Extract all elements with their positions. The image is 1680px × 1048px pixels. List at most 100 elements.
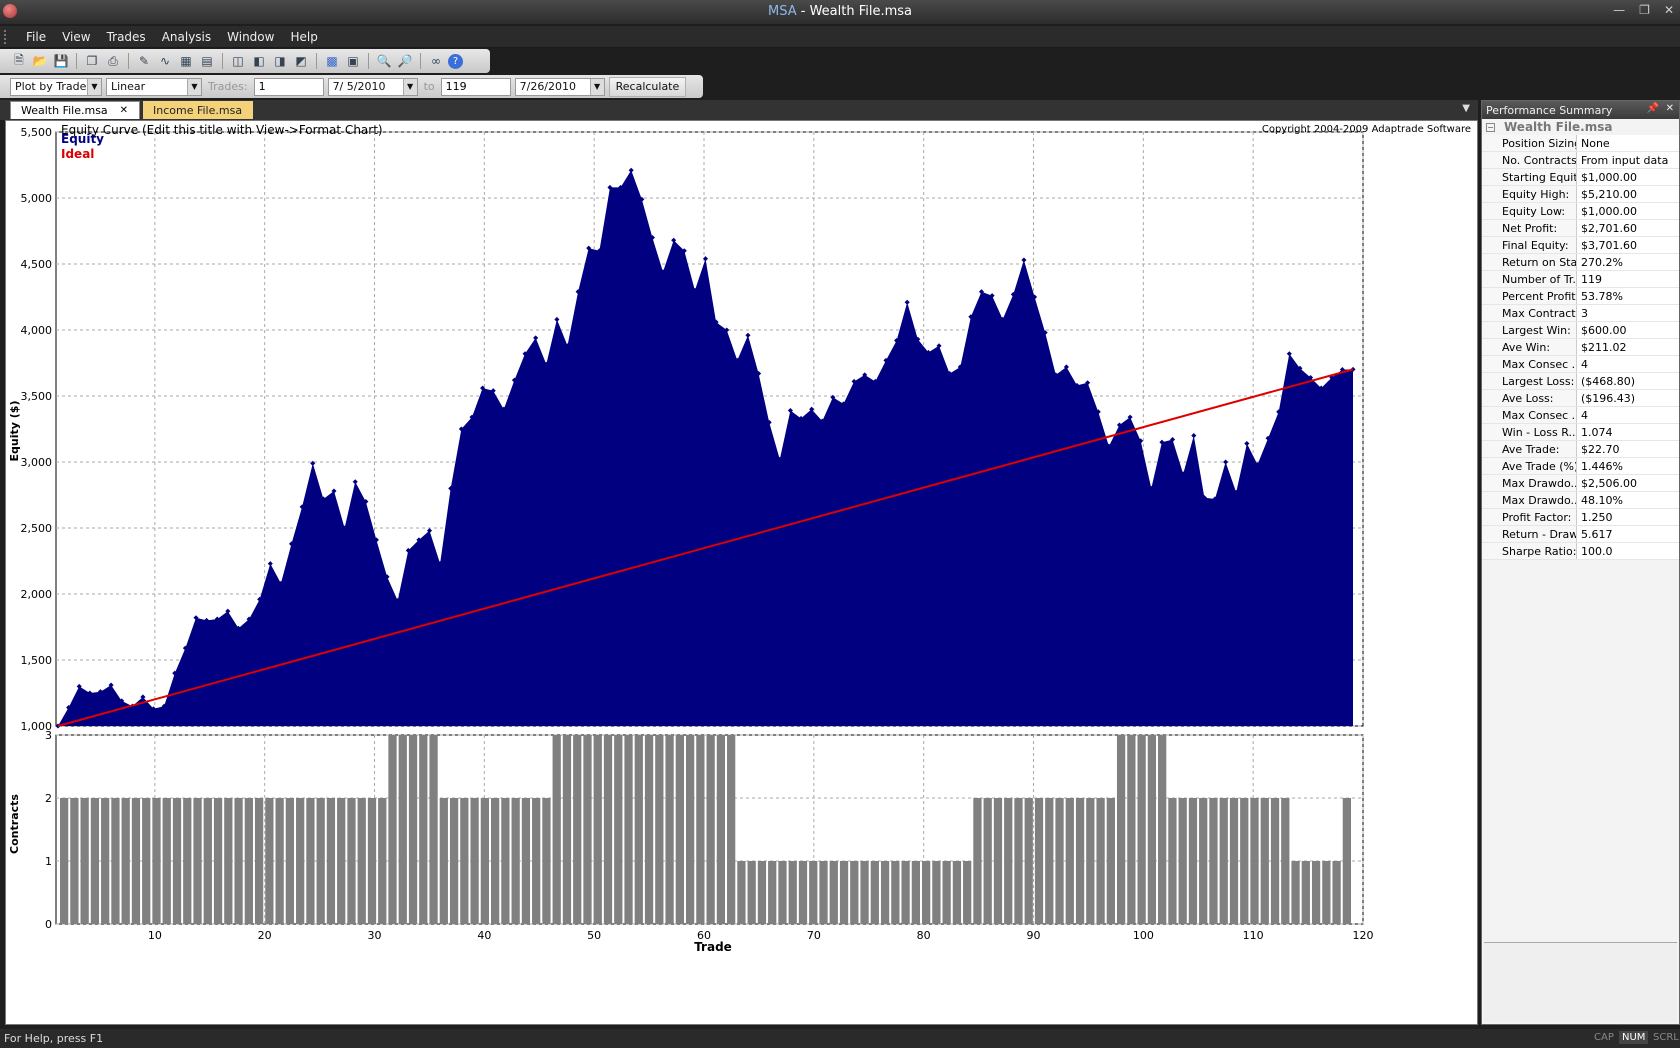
contract-bar <box>1004 798 1013 924</box>
report-detail-icon[interactable]: ◩ <box>292 52 310 70</box>
pin-icon[interactable]: 📌 <box>1647 103 1659 114</box>
summary-row[interactable]: Largest Win: $600.00 <box>1482 322 1679 339</box>
summary-row[interactable]: Win - Loss R... 1.074 <box>1482 424 1679 441</box>
edit-chart-icon[interactable]: ✎ <box>135 52 153 70</box>
summary-row[interactable]: Final Equity: $3,701.60 <box>1482 237 1679 254</box>
plot-mode-select[interactable]: Plot by Trade ▼ <box>10 77 102 96</box>
save-icon[interactable]: 💾 <box>52 52 70 70</box>
trades-to-input[interactable]: 119 <box>440 77 511 96</box>
recalculate-button[interactable]: Recalculate <box>608 76 687 97</box>
equity-chart[interactable]: 1,0001,5002,0002,5003,0003,5004,0004,500… <box>6 121 1477 1024</box>
contracts-tick-label: 0 <box>45 918 52 931</box>
y-tick-label: 2,000 <box>21 588 53 601</box>
summary-row[interactable]: Profit Factor: 1.250 <box>1482 509 1679 526</box>
x-tick-label: 80 <box>917 929 931 942</box>
date-from-picker[interactable]: 7/ 5/2010 ▼ <box>327 77 418 96</box>
summary-row[interactable]: Position Sizing: None <box>1482 135 1679 152</box>
chart-title[interactable]: Equity Curve (Edit this title with View-… <box>61 123 383 137</box>
tab-list-chevron-icon[interactable]: ▼ <box>1462 103 1470 114</box>
close-tab-icon[interactable]: ✕ <box>120 105 128 116</box>
summary-value: 1.074 <box>1577 424 1679 440</box>
matrix-icon[interactable]: ▣ <box>344 52 362 70</box>
contract-bar <box>573 735 582 924</box>
report-icon[interactable]: ◧ <box>250 52 268 70</box>
zoom-out-icon[interactable]: 🔎 <box>396 52 414 70</box>
contract-bar <box>378 798 387 924</box>
report-list-icon[interactable]: ◨ <box>271 52 289 70</box>
chevron-down-icon[interactable]: ▼ <box>589 78 604 95</box>
summary-row[interactable]: Percent Profit...53.78% <box>1482 288 1679 305</box>
contract-bar <box>60 798 69 924</box>
table-icon[interactable]: ▤ <box>198 52 216 70</box>
close-icon[interactable]: ✕ <box>1666 103 1674 114</box>
chevron-down-icon[interactable]: ▼ <box>402 78 417 95</box>
zoom-in-icon[interactable]: 🔍 <box>375 52 393 70</box>
summary-row[interactable]: Starting Equity:$1,000.00 <box>1482 169 1679 186</box>
help-icon[interactable]: ? <box>448 53 463 69</box>
scale-select[interactable]: Linear ▼ <box>106 77 202 96</box>
tab-income-file[interactable]: Income File.msa <box>143 101 253 119</box>
summary-row[interactable]: Equity Low: $1,000.00 <box>1482 203 1679 220</box>
copy-icon[interactable]: ❐ <box>83 52 101 70</box>
title-separator: - <box>796 4 810 19</box>
summary-row[interactable]: Return on Sta...270.2% <box>1482 254 1679 271</box>
summary-row[interactable]: Ave Trade (%): 1.446% <box>1482 458 1679 475</box>
contract-bar <box>1332 861 1341 924</box>
grid-icon[interactable]: ▦ <box>177 52 195 70</box>
menu-file[interactable]: File <box>18 30 54 44</box>
color-grid-icon[interactable]: ▩ <box>323 52 341 70</box>
chevron-down-icon[interactable]: ▼ <box>87 78 101 95</box>
open-folder-icon[interactable]: 📂 <box>31 52 49 70</box>
y-tick-label: 4,500 <box>21 258 53 271</box>
contract-bar <box>1250 798 1259 924</box>
summary-row[interactable]: Max Drawdo... $2,506.00 <box>1482 475 1679 492</box>
summary-row[interactable]: Max Consec ... 4 <box>1482 356 1679 373</box>
summary-row[interactable]: Ave Trade: $22.70 <box>1482 441 1679 458</box>
contract-bar <box>542 798 551 924</box>
binoculars-icon[interactable]: ∞ <box>427 52 445 70</box>
summary-row[interactable]: Largest Loss: ($468.80) <box>1482 373 1679 390</box>
summary-key: Equity Low: <box>1482 203 1577 219</box>
contract-bar <box>203 798 212 924</box>
page-icon[interactable]: ◫ <box>229 52 247 70</box>
menu-trades[interactable]: Trades <box>99 30 154 44</box>
print-icon[interactable]: ⎙ <box>104 52 122 70</box>
menu-analysis[interactable]: Analysis <box>154 30 219 44</box>
tab-wealth-file[interactable]: Wealth File.msa ✕ <box>10 101 140 119</box>
menu-help[interactable]: Help <box>282 30 325 44</box>
summary-row[interactable]: Ave Loss: ($196.43) <box>1482 390 1679 407</box>
menu-view[interactable]: View <box>54 30 98 44</box>
summary-row[interactable]: Ave Win: $211.02 <box>1482 339 1679 356</box>
close-icon[interactable]: ✕ <box>1664 3 1674 17</box>
chevron-down-icon[interactable]: ▼ <box>187 78 201 95</box>
summary-group[interactable]: − Wealth File.msa <box>1482 119 1679 135</box>
contract-bar <box>398 735 407 924</box>
summary-row[interactable]: No. Contracts: From input data <box>1482 152 1679 169</box>
contract-bar <box>675 735 684 924</box>
menu-window[interactable]: Window <box>219 30 282 44</box>
summary-value: $2,701.60 <box>1577 220 1679 236</box>
menu-grip[interactable] <box>4 29 10 44</box>
contract-bar <box>829 861 838 924</box>
date-to-picker[interactable]: 7/26/2010 ▼ <box>514 77 605 96</box>
summary-row[interactable]: Max Consec ... 4 <box>1482 407 1679 424</box>
summary-value: ($196.43) <box>1577 390 1679 406</box>
summary-row[interactable]: Net Profit: $2,701.60 <box>1482 220 1679 237</box>
summary-key: Number of Tr... <box>1482 271 1577 287</box>
contract-bar <box>80 798 89 924</box>
summary-row[interactable]: Sharpe Ratio: 100.0 <box>1482 543 1679 560</box>
summary-row[interactable]: Max Drawdo... 48.10% <box>1482 492 1679 509</box>
minimize-icon[interactable]: — <box>1613 3 1625 17</box>
line-chart-icon[interactable]: ∿ <box>156 52 174 70</box>
contract-bar <box>757 861 767 924</box>
summary-row[interactable]: Max Contracts: 3 <box>1482 305 1679 322</box>
contract-bar <box>1178 798 1187 924</box>
contract-bar <box>1075 798 1085 924</box>
maximize-icon[interactable]: ❐ <box>1639 3 1650 17</box>
trades-from-input[interactable]: 1 <box>253 77 324 96</box>
collapse-icon[interactable]: − <box>1486 122 1495 132</box>
summary-row[interactable]: Number of Tr... 119 <box>1482 271 1679 288</box>
new-file-icon[interactable]: 🗎 <box>10 52 28 70</box>
summary-row[interactable]: Equity High: $5,210.00 <box>1482 186 1679 203</box>
summary-row[interactable]: Return - Draw...5.617 <box>1482 526 1679 543</box>
